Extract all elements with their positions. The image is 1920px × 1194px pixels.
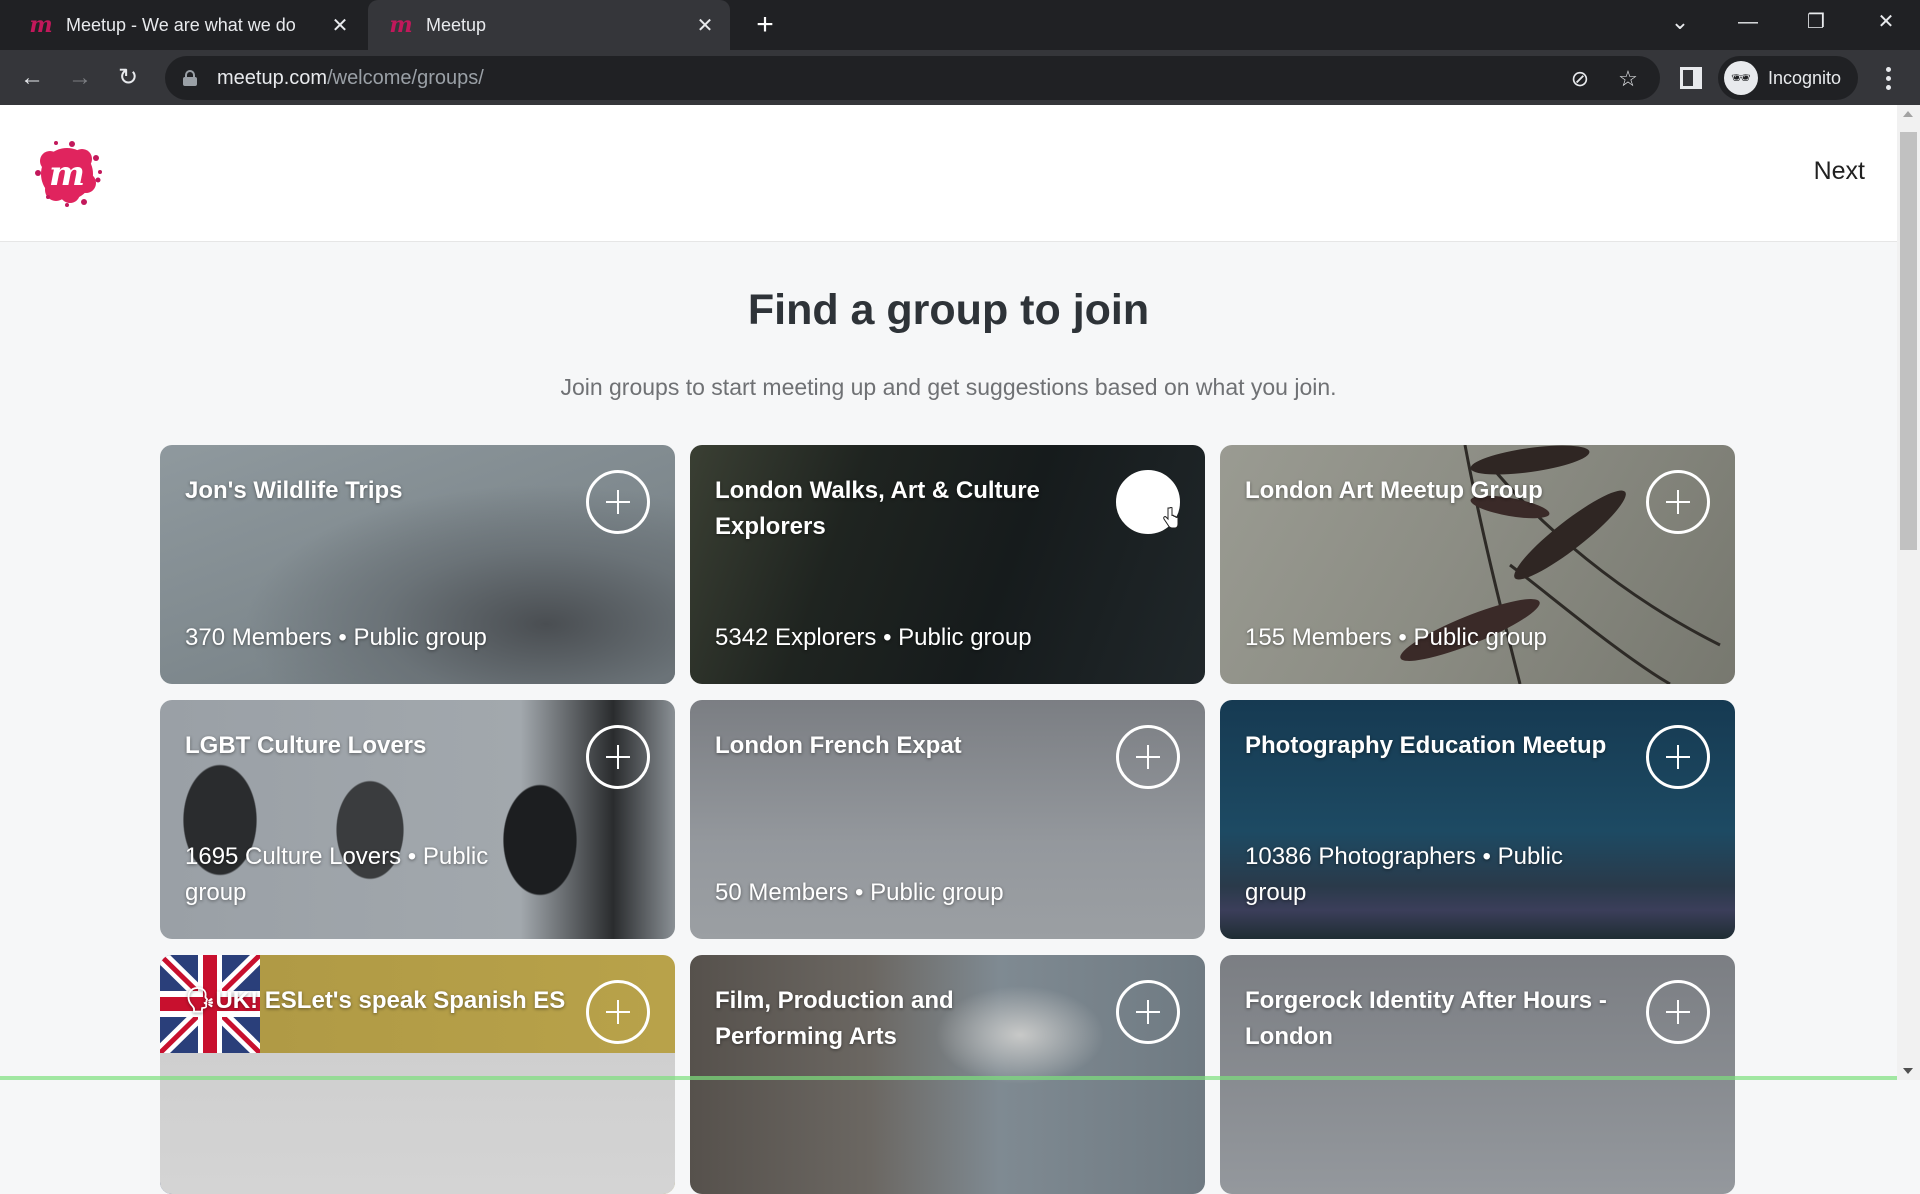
hand-cursor-icon [1163, 507, 1179, 529]
tab-search-icon[interactable]: ⌄ [1650, 0, 1710, 44]
page-title: Find a group to join [747, 286, 1150, 334]
page-scrollbar[interactable] [1897, 105, 1920, 1080]
tab-meetup-home[interactable]: m Meetup - We are what we do ✕ [0, 0, 365, 50]
close-tab-icon[interactable]: ✕ [690, 13, 720, 38]
group-meta: 10386 Photographers • Public group [1245, 843, 1563, 906]
restore-icon[interactable]: ❐ [1786, 0, 1846, 44]
group-card[interactable]: London French Expat 50 Members • Public … [690, 700, 1205, 939]
tab-title: Meetup - We are what we do [66, 14, 296, 35]
incognito-icon: 🕶 [1724, 61, 1758, 95]
side-panel-icon[interactable] [1680, 67, 1702, 89]
browser-menu-icon[interactable] [1876, 60, 1900, 96]
join-group-button[interactable] [586, 470, 650, 534]
group-card[interactable]: Film, Production and Performing Arts [690, 955, 1205, 1194]
scroll-up-icon[interactable] [1903, 111, 1913, 117]
tab-title: Meetup [426, 14, 487, 35]
url-text[interactable]: meetup.com/welcome/groups/ [217, 67, 484, 90]
group-name: London Art Meetup Group [1245, 477, 1543, 504]
group-name: LGBT Culture Lovers [185, 732, 427, 759]
group-meta: 5342 Explorers • Public group [715, 624, 1032, 651]
group-meta: 155 Members • Public group [1245, 624, 1547, 651]
join-group-button[interactable] [1116, 470, 1180, 534]
close-tab-icon[interactable]: ✕ [325, 13, 355, 38]
join-group-button[interactable] [1646, 725, 1710, 789]
group-name: London French Expat [715, 732, 962, 759]
page-header: m Next [0, 105, 1897, 242]
group-meta: 1695 Culture Lovers • Public group [185, 843, 489, 906]
scroll-thumb[interactable] [1900, 132, 1917, 550]
join-group-button[interactable] [1646, 980, 1710, 1044]
logo-letter: m [49, 154, 85, 194]
next-button[interactable]: Next [1814, 157, 1865, 186]
page-subtitle: Join groups to start meeting up and get … [560, 374, 1337, 400]
lock-icon[interactable] [183, 70, 197, 86]
meetup-favicon-icon: m [29, 12, 53, 38]
loading-indicator-line [0, 1076, 1897, 1080]
group-card[interactable]: London Art Meetup Group 155 Members • Pu… [1220, 445, 1735, 684]
tab-strip: m Meetup - We are what we do ✕ m Meetup … [0, 0, 1920, 50]
reload-icon[interactable]: ↻ [110, 60, 146, 96]
tab-meetup-active[interactable]: m Meetup ✕ [368, 0, 730, 50]
meetup-favicon-icon: m [389, 12, 413, 38]
group-meta: 370 Members • Public group [185, 624, 487, 651]
meetup-logo[interactable]: m [28, 135, 106, 213]
bookmark-star-icon[interactable]: ☆ [1615, 66, 1641, 92]
group-card[interactable]: LGBT Culture Lovers 1695 Culture Lovers … [160, 700, 675, 939]
group-card[interactable]: 🗣UK! ESLet's speak Spanish ES [160, 955, 675, 1194]
minimize-icon[interactable]: — [1718, 0, 1778, 44]
join-group-button[interactable] [1116, 980, 1180, 1044]
group-card[interactable]: Jon's Wildlife Trips 370 Members • Publi… [160, 445, 675, 684]
back-icon[interactable]: ← [14, 60, 50, 96]
profile-button[interactable]: 🕶 Incognito [1718, 56, 1858, 100]
scroll-down-icon[interactable] [1903, 1068, 1913, 1074]
group-name: Photography Education Meetup [1245, 732, 1607, 759]
eye-off-icon[interactable]: ⊘ [1567, 66, 1593, 92]
group-card[interactable]: London Walks, Art & Culture Explorers 53… [690, 445, 1205, 684]
join-group-button[interactable] [586, 725, 650, 789]
group-meta: 50 Members • Public group [715, 879, 1004, 906]
group-name: London Walks, Art & Culture Explorers [715, 477, 1040, 540]
group-card[interactable]: Photography Education Meetup 10386 Photo… [1220, 700, 1735, 939]
address-bar[interactable]: meetup.com/welcome/groups/ ⊘ ☆ [165, 56, 1660, 100]
group-name: Jon's Wildlife Trips [185, 477, 403, 504]
group-card[interactable]: Forgerock Identity After Hours - London [1220, 955, 1735, 1194]
browser-toolbar: ← → ↻ meetup.com/welcome/groups/ ⊘ ☆ 🕶 I… [0, 50, 1920, 105]
forward-icon[interactable]: → [62, 60, 98, 96]
join-group-button[interactable] [1646, 470, 1710, 534]
profile-label: Incognito [1768, 67, 1842, 88]
group-name: Film, Production and Performing Arts [715, 987, 954, 1050]
window-close-icon[interactable]: ✕ [1856, 0, 1916, 44]
join-group-button[interactable] [586, 980, 650, 1044]
group-name: 🗣UK! ESLet's speak Spanish ES [185, 987, 566, 1014]
group-name: Forgerock Identity After Hours - London [1245, 987, 1607, 1050]
join-group-button[interactable] [1116, 725, 1180, 789]
new-tab-button[interactable]: + [748, 8, 782, 42]
